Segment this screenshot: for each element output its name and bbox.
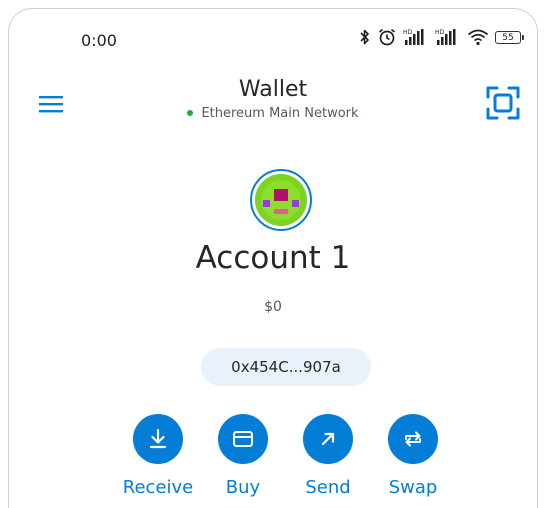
qr-scan-icon bbox=[486, 86, 520, 120]
identicon-icon bbox=[255, 174, 307, 226]
status-icons: HD HD 55 bbox=[359, 27, 524, 47]
send-label: Send bbox=[305, 477, 351, 498]
account-name: Account 1 bbox=[195, 240, 351, 276]
alarm-icon bbox=[378, 28, 396, 46]
page-title: Wallet bbox=[238, 77, 308, 102]
avatar bbox=[255, 174, 307, 226]
swap-arrows-icon bbox=[405, 431, 421, 447]
swap-button[interactable]: Swap bbox=[368, 414, 458, 498]
receive-label: Receive bbox=[122, 477, 194, 498]
status-time: 0:00 bbox=[81, 31, 117, 50]
network-name: Ethereum Main Network bbox=[201, 106, 359, 121]
swap-circle bbox=[388, 414, 438, 464]
wifi-icon bbox=[467, 29, 489, 46]
buy-circle bbox=[218, 414, 268, 464]
network-selector[interactable]: Ethereum Main Network bbox=[9, 106, 537, 121]
bluetooth-icon bbox=[360, 29, 369, 45]
card-icon bbox=[233, 431, 253, 447]
phone-frame: 0:00 HD HD 55 Wallet Ethereum Main Netwo… bbox=[8, 8, 538, 508]
buy-label: Buy bbox=[225, 477, 261, 498]
battery-icon: 55 bbox=[495, 30, 524, 44]
receive-circle bbox=[133, 414, 183, 464]
receive-button[interactable]: Receive bbox=[113, 414, 203, 498]
buy-button[interactable]: Buy bbox=[198, 414, 288, 498]
send-button[interactable]: Send bbox=[283, 414, 373, 498]
scan-qr-button[interactable] bbox=[485, 85, 521, 121]
account-address-copy[interactable]: 0x454C...907a bbox=[201, 348, 371, 386]
svg-text:HD: HD bbox=[435, 29, 445, 36]
hd-signal-icon: HD bbox=[435, 29, 456, 45]
account-balance: $0 bbox=[264, 299, 282, 315]
send-circle bbox=[303, 414, 353, 464]
arrow-up-right-icon bbox=[321, 432, 335, 446]
swap-label: Swap bbox=[388, 477, 438, 498]
svg-text:HD: HD bbox=[403, 29, 413, 36]
account-avatar-button[interactable] bbox=[250, 169, 312, 231]
download-arrow-icon bbox=[149, 428, 167, 449]
network-status-dot bbox=[187, 109, 194, 116]
hd-signal-icon: HD bbox=[403, 29, 424, 45]
